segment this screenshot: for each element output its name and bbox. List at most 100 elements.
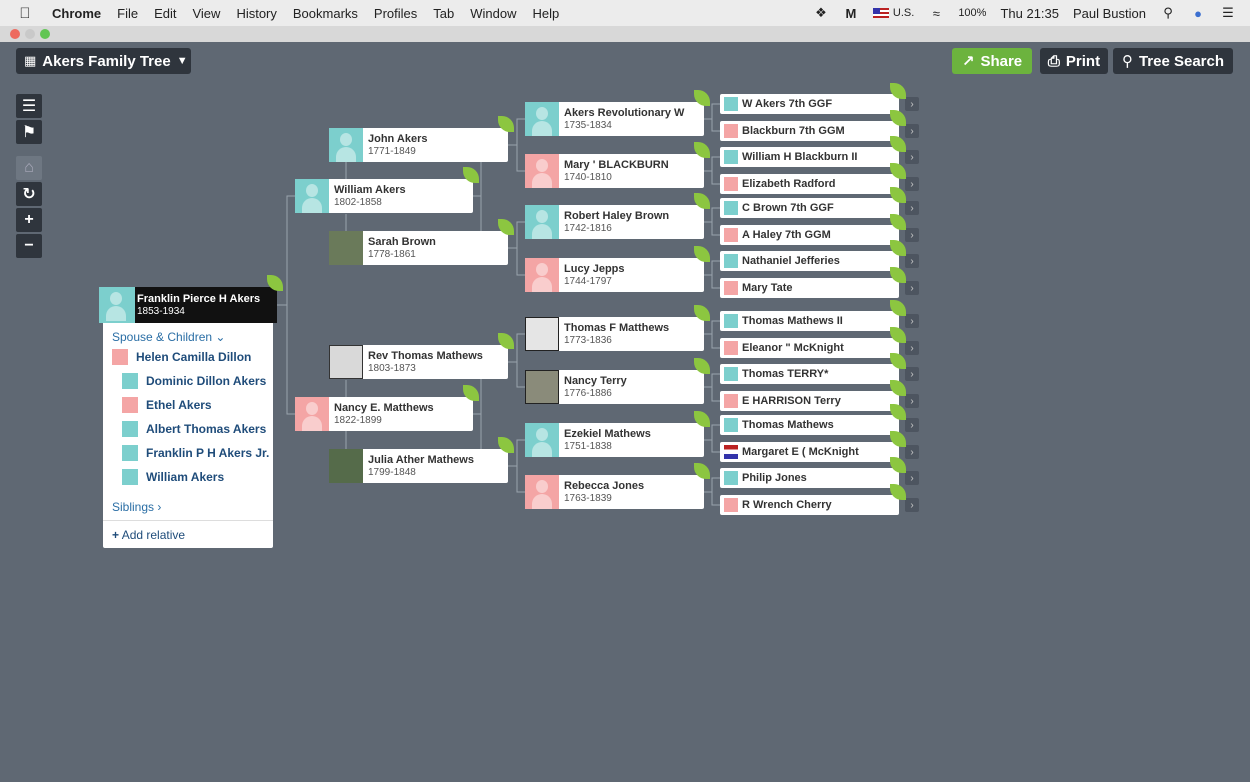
ancestor-card[interactable]: A Haley 7th GGM › — [720, 225, 919, 245]
child-name: Ethel Akers — [146, 398, 212, 412]
child-name: Dominic Dillon Akers — [146, 374, 267, 388]
apple-icon[interactable]:  — [18, 5, 32, 22]
focus-dates: 1853-1934 — [137, 306, 185, 317]
chevron-right-icon[interactable]: › — [905, 394, 919, 408]
spotlight-search-icon[interactable]: ⚲ — [1160, 5, 1176, 20]
great-grandparent-card[interactable]: Rebecca Jones 1763-1839 — [525, 475, 704, 509]
chevron-right-icon[interactable]: › — [905, 471, 919, 485]
ancestor-card[interactable]: C Brown 7th GGF › — [720, 198, 919, 218]
tree-viewer: ▦ Akers Family Tree ▼ ↗ Share ⎙ Print ⚲ … — [7, 42, 1250, 782]
spouse-row[interactable]: Helen Camilla Dillon — [112, 349, 251, 365]
ancestor-card[interactable]: Nathaniel Jefferies › — [720, 251, 919, 271]
great-grandparent-card[interactable]: Ezekiel Mathews 1751-1838 — [525, 423, 704, 457]
person-dates: 1742-1816 — [564, 223, 612, 234]
parent-card-mother[interactable]: Nancy E. Matthews 1822-1899 — [295, 397, 473, 431]
person-name: Blackburn 7th GGM — [742, 125, 845, 137]
malwarebytes-icon[interactable]: M — [843, 6, 859, 21]
ancestor-card[interactable]: Mary Tate › — [720, 278, 919, 298]
ancestor-card[interactable]: Thomas Mathews II › — [720, 311, 919, 331]
siri-icon[interactable]: ● — [1190, 6, 1206, 21]
great-grandparent-card[interactable]: Nancy Terry 1776-1886 — [525, 370, 704, 404]
menu-help[interactable]: Help — [533, 6, 560, 21]
chevron-right-icon[interactable]: › — [905, 228, 919, 242]
person-name: Elizabeth Radford — [742, 178, 836, 190]
chevron-right-icon[interactable]: › — [905, 177, 919, 191]
ancestor-card[interactable]: E HARRISON Terry › — [720, 391, 919, 411]
male-avatar-icon — [525, 205, 559, 239]
menu-tab[interactable]: Tab — [433, 6, 454, 21]
chevron-right-icon[interactable]: › — [905, 418, 919, 432]
ancestor-card[interactable]: W Akers 7th GGF › — [720, 94, 919, 114]
chevron-right-icon[interactable]: › — [905, 445, 919, 459]
grandparent-card[interactable]: Rev Thomas Mathews 1803-1873 — [329, 345, 508, 379]
great-grandparent-card[interactable]: Mary ' BLACKBURN 1740-1810 — [525, 154, 704, 188]
ancestor-card[interactable]: Eleanor " McKnight › — [720, 338, 919, 358]
great-grandparent-card[interactable]: Thomas F Matthews 1773-1836 — [525, 317, 704, 351]
ancestor-card[interactable]: Blackburn 7th GGM › — [720, 121, 919, 141]
chevron-right-icon[interactable]: › — [905, 254, 919, 268]
spouse-children-toggle[interactable]: Spouse & Children ⌄ — [112, 330, 225, 344]
ancestor-card[interactable]: Thomas TERRY* › — [720, 364, 919, 384]
battery-percent[interactable]: 100% — [958, 7, 986, 19]
child-row[interactable]: William Akers — [122, 469, 224, 485]
great-grandparent-card[interactable]: Akers Revolutionary W 1735-1834 — [525, 102, 704, 136]
male-avatar-icon — [295, 179, 329, 213]
chevron-right-icon[interactable]: › — [905, 124, 919, 138]
child-name: Albert Thomas Akers — [146, 422, 267, 436]
focus-person-card[interactable]: Franklin Pierce H Akers 1853-1934 — [99, 287, 277, 323]
menu-app-chrome[interactable]: Chrome — [52, 6, 101, 21]
add-relative-button[interactable]: + Add relative — [112, 528, 185, 542]
chevron-right-icon[interactable]: › — [905, 341, 919, 355]
chevron-right-icon[interactable]: › — [905, 367, 919, 381]
chevron-right-icon[interactable]: › — [905, 281, 919, 295]
person-dates: 1822-1899 — [334, 415, 382, 426]
chevron-right-icon[interactable]: › — [905, 314, 919, 328]
male-avatar-icon — [724, 201, 738, 215]
chevron-right-icon[interactable]: › — [905, 150, 919, 164]
chevron-right-icon[interactable]: › — [905, 201, 919, 215]
user-name[interactable]: Paul Bustion — [1073, 6, 1146, 21]
siblings-toggle[interactable]: Siblings › — [112, 500, 161, 514]
child-row[interactable]: Albert Thomas Akers — [122, 421, 266, 437]
clock[interactable]: Thu 21:35 — [1000, 6, 1059, 21]
ancestor-card[interactable]: Thomas Mathews › — [720, 415, 919, 435]
chevron-right-icon[interactable]: › — [905, 97, 919, 111]
ancestor-card[interactable]: William H Blackburn II › — [720, 147, 919, 167]
female-avatar-icon — [525, 475, 559, 509]
grandparent-card[interactable]: Sarah Brown 1778-1861 — [329, 231, 508, 265]
ancestor-card[interactable]: Philip Jones › — [720, 468, 919, 488]
window-zoom-button[interactable] — [40, 29, 50, 39]
menu-view[interactable]: View — [192, 6, 220, 21]
input-source[interactable]: U.S. — [872, 7, 914, 19]
menu-history[interactable]: History — [236, 6, 276, 21]
notification-center-icon[interactable]: ☰ — [1220, 5, 1236, 20]
person-dates: 1763-1839 — [564, 493, 612, 504]
ancestor-card[interactable]: Margaret E ( McKnight › — [720, 442, 919, 462]
menu-bookmarks[interactable]: Bookmarks — [293, 6, 358, 21]
menu-file[interactable]: File — [117, 6, 138, 21]
menu-edit[interactable]: Edit — [154, 6, 176, 21]
grandparent-card[interactable]: John Akers 1771-1849 — [329, 128, 508, 162]
person-name: Akers Revolutionary W — [564, 107, 685, 119]
family-panel: Spouse & Children ⌄ Helen Camilla Dillon… — [103, 323, 273, 548]
ancestor-card[interactable]: Elizabeth Radford › — [720, 174, 919, 194]
child-row[interactable]: Ethel Akers — [122, 397, 212, 413]
window-minimize-button[interactable] — [25, 29, 35, 39]
window-close-button[interactable] — [10, 29, 20, 39]
wifi-icon[interactable]: ≈ — [928, 6, 944, 21]
female-avatar-icon — [724, 498, 738, 512]
menu-window[interactable]: Window — [470, 6, 516, 21]
child-row[interactable]: Dominic Dillon Akers — [122, 373, 266, 389]
parent-card-father[interactable]: William Akers 1802-1858 — [295, 179, 473, 213]
chevron-right-icon[interactable]: › — [905, 498, 919, 512]
great-grandparent-card[interactable]: Robert Haley Brown 1742-1816 — [525, 205, 704, 239]
ancestor-card[interactable]: R Wrench Cherry › — [720, 495, 919, 515]
person-dates: 1773-1836 — [564, 335, 612, 346]
menu-profiles[interactable]: Profiles — [374, 6, 417, 21]
dropbox-icon[interactable]: ❖ — [813, 5, 829, 20]
person-photo — [329, 231, 363, 265]
great-grandparent-card[interactable]: Lucy Jepps 1744-1797 — [525, 258, 704, 292]
grandparent-card[interactable]: Julia Ather Mathews 1799-1848 — [329, 449, 508, 483]
female-avatar-icon — [525, 258, 559, 292]
child-row[interactable]: Franklin P H Akers Jr. — [122, 445, 269, 461]
